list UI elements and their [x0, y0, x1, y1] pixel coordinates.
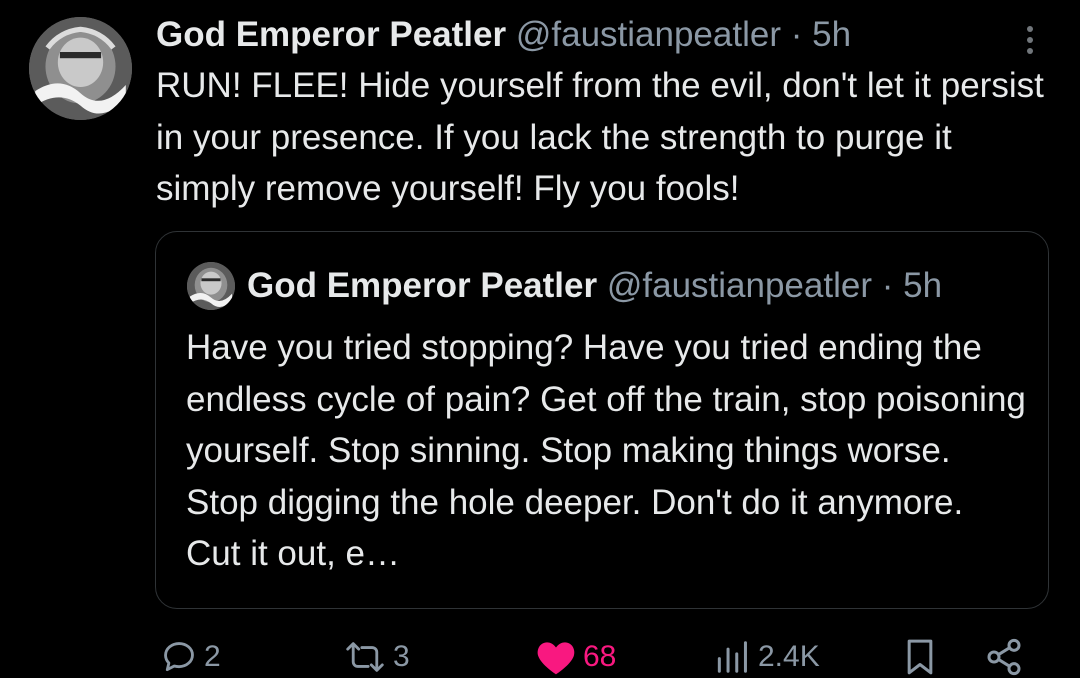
quoted-tweet-time: 5h	[903, 266, 943, 305]
avatar-icon	[187, 262, 235, 310]
separator-dot: ·	[790, 15, 803, 54]
reply-button[interactable]: 2	[160, 636, 221, 678]
share-icon	[987, 638, 1021, 676]
action-bar: 2 3 68 2.4K	[0, 636, 1080, 678]
share-button[interactable]	[984, 636, 1024, 678]
quoted-tweet[interactable]: God Emperor Peatler @faustianpeatler · 5…	[155, 231, 1049, 609]
bookmark-button[interactable]	[902, 636, 938, 678]
bookmark-icon	[907, 639, 933, 675]
repost-count: 3	[393, 640, 410, 673]
views-count: 2.4K	[758, 640, 820, 673]
separator-dot: ·	[881, 266, 894, 305]
reply-icon	[164, 642, 194, 672]
repost-icon	[346, 642, 384, 672]
quoted-author-handle: @faustianpeatler	[606, 266, 872, 305]
quoted-tweet-text: Have you tried stopping? Have you tried …	[186, 328, 1026, 573]
like-count: 68	[583, 640, 617, 673]
more-options-icon[interactable]	[1020, 22, 1040, 58]
author-handle[interactable]: @faustianpeatler	[516, 15, 781, 54]
author-avatar[interactable]	[29, 17, 132, 120]
repost-button[interactable]: 3	[343, 636, 410, 678]
avatar-icon	[29, 17, 132, 120]
like-button[interactable]: 68	[535, 636, 616, 678]
quoted-author-avatar	[187, 262, 235, 310]
tweet-time[interactable]: 5h	[812, 15, 851, 54]
quoted-tweet-header: God Emperor Peatler @faustianpeatler · 5…	[247, 264, 942, 308]
tweet: God Emperor Peatler @faustianpeatler · 5…	[0, 0, 1080, 678]
reply-count: 2	[204, 640, 221, 673]
heart-icon	[537, 642, 575, 675]
views-icon	[717, 641, 747, 673]
author-name[interactable]: God Emperor Peatler	[156, 15, 506, 54]
quoted-author-name: God Emperor Peatler	[247, 266, 598, 305]
tweet-header: God Emperor Peatler @faustianpeatler · 5…	[156, 13, 851, 57]
tweet-text: RUN! FLEE! Hide yourself from the evil, …	[156, 66, 1044, 208]
views-button[interactable]: 2.4K	[712, 636, 820, 678]
